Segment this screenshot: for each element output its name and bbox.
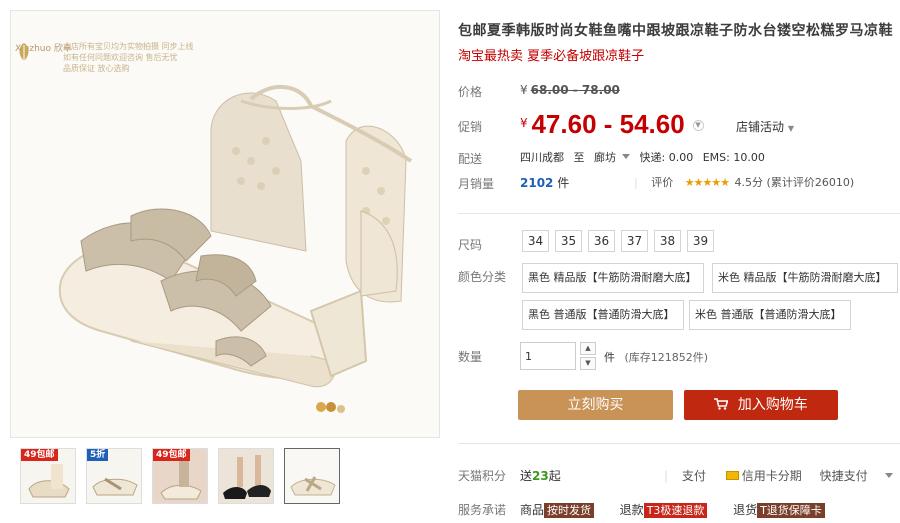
store-promotion-dropdown[interactable]: 店铺活动 ▼	[736, 118, 794, 135]
thumbnail[interactable]	[218, 448, 274, 504]
original-price: ¥68.00 - 78.00	[520, 83, 620, 97]
section-divider	[458, 443, 900, 444]
leaf-logo-icon	[19, 43, 29, 61]
thumbnail-selected[interactable]	[284, 448, 340, 504]
thumbnail-badge: 49包邮	[153, 449, 190, 461]
price-label: 价格	[458, 85, 483, 99]
thumbnail[interactable]: 49包邮	[152, 448, 208, 504]
quantity-label: 数量	[458, 350, 483, 364]
rating-score: 4.5分	[734, 176, 764, 189]
payment-dropdown-icon[interactable]	[885, 473, 894, 478]
product-info-panel: 包邮夏季韩版时尚女鞋鱼嘴中跟坡跟凉鞋子防水台镂空松糕罗马凉鞋 淘宝最热卖 夏季必…	[458, 0, 900, 523]
quick-pay[interactable]: 快捷支付	[820, 469, 868, 483]
thumbnail-badge: 49包邮	[21, 449, 58, 461]
monthly-sales-count: 2102	[520, 176, 554, 190]
quantity-unit: 件	[604, 351, 615, 364]
stock-info: 件 (库存121852件)	[604, 349, 708, 365]
credit-card-icon	[725, 471, 739, 480]
thumbnail[interactable]: 49包邮	[20, 448, 76, 504]
size-option-37[interactable]: 37	[621, 230, 648, 252]
stock-count: (库存121852件)	[624, 351, 709, 364]
service-promises: 商品 按时发货 退款 T3极速退款 退货 T退货保障卡	[520, 501, 827, 518]
service-prefix: 退货	[733, 503, 758, 517]
buy-now-button[interactable]: 立刻购买	[518, 390, 673, 420]
service-tag-return[interactable]: T退货保障卡	[757, 503, 825, 518]
tmall-points: 送23起	[520, 467, 561, 484]
thumbnail-sandal-image	[285, 449, 339, 503]
express-fee: 快递: 0.00	[639, 151, 694, 164]
size-option-39[interactable]: 39	[687, 230, 714, 252]
monthly-sales-unit: 件	[557, 176, 570, 190]
shipping-info: 四川成都 至 廊坊 快递: 0.00 EMS: 10.00	[520, 149, 771, 165]
service-prefix: 商品	[520, 503, 545, 517]
service-label: 服务承诺	[458, 503, 507, 517]
promo-price-value: 47.60 - 54.60	[531, 109, 685, 139]
color-option[interactable]: 黑色 精品版【牛筋防滑耐磨大底】	[522, 263, 704, 293]
points-suffix: 起	[548, 469, 561, 483]
section-divider	[458, 213, 900, 214]
thumbnail-strip: 49包邮 5折 49包邮	[20, 448, 350, 504]
promo-line: 品质保证 放心选购	[63, 64, 130, 73]
service-tag-refund[interactable]: T3极速退款	[643, 503, 708, 518]
size-label: 尺码	[458, 238, 483, 252]
quantity-increase-icon[interactable]: ▲	[580, 342, 596, 355]
points-prefix: 送	[520, 469, 533, 483]
points-value: 23	[532, 469, 549, 483]
currency-symbol: ¥	[520, 83, 528, 97]
promo-price: ¥ 47.60 - 54.60 ▼	[520, 109, 704, 140]
image-promo-text: 本店所有宝贝均为实物拍摄 同步上线 如有任何问题欢迎咨询 售后无忧 品质保证 放…	[63, 41, 194, 74]
rating-summary[interactable]: | 评价 ★★★★★ 4.5分 (累计评价26010)	[634, 174, 854, 190]
credit-card-installment[interactable]: 信用卡分期	[742, 469, 802, 483]
star-rating-icon: ★★★★★	[684, 176, 730, 189]
original-price-value: 68.00 - 78.00	[530, 83, 620, 97]
add-to-cart-button[interactable]: 加入购物车	[684, 390, 838, 420]
ems-fee: EMS: 10.00	[702, 151, 765, 164]
store-promo-label: 店铺活动	[736, 120, 785, 134]
add-to-cart-label: 加入购物车	[737, 397, 808, 413]
quantity-decrease-icon[interactable]: ▼	[580, 357, 596, 370]
thumbnail[interactable]: 5折	[86, 448, 142, 504]
size-option-35[interactable]: 35	[555, 230, 582, 252]
ship-destination[interactable]: 廊坊	[594, 151, 616, 164]
shopping-cart-icon	[714, 398, 729, 410]
main-product-image[interactable]: Xinzhuo 欣卓 本店所有宝贝均为实物拍摄 同步上线 如有任何问题欢迎咨询 …	[10, 10, 440, 438]
thumbnail-sandal-image	[219, 449, 273, 503]
size-option-34[interactable]: 34	[522, 230, 549, 252]
quantity-input[interactable]	[520, 342, 576, 370]
thumbnail-badge: 5折	[87, 449, 109, 461]
price-detail-chevron-icon[interactable]: ▼	[692, 120, 704, 131]
sandal-illustration	[58, 85, 413, 413]
service-prefix: 退款	[619, 503, 644, 517]
size-option-36[interactable]: 36	[588, 230, 615, 252]
review-count: (累计评价26010)	[766, 176, 855, 189]
color-option[interactable]: 米色 普通版【普通防滑大底】	[689, 300, 851, 330]
currency-symbol: ¥	[520, 116, 528, 130]
color-option[interactable]: 黑色 普通版【普通防滑大底】	[522, 300, 684, 330]
color-label: 颜色分类	[458, 270, 507, 284]
selected-arrow-icon	[308, 448, 320, 449]
promo-line: 如有任何问题欢迎咨询 售后无忧	[63, 53, 178, 62]
product-title: 包邮夏季韩版时尚女鞋鱼嘴中跟坡跟凉鞋子防水台镂空松糕罗马凉鞋	[458, 23, 893, 39]
shipping-label: 配送	[458, 152, 483, 166]
payment-label: 支付	[681, 469, 706, 483]
chevron-down-icon: ▼	[787, 124, 794, 133]
ship-to-word: 至	[573, 151, 585, 164]
destination-dropdown-icon[interactable]	[622, 154, 630, 159]
payment-options: | 支付 信用卡分期 快捷支付	[664, 467, 900, 484]
points-label: 天猫积分	[458, 469, 507, 483]
size-option-38[interactable]: 38	[654, 230, 681, 252]
product-subtitle: 淘宝最热卖 夏季必备坡跟凉鞋子	[458, 49, 645, 64]
rating-label: 评价	[651, 176, 674, 189]
promo-label: 促销	[458, 120, 483, 134]
divider: |	[634, 176, 638, 189]
ship-from: 四川成都	[520, 151, 564, 164]
promo-line: 本店所有宝贝均为实物拍摄 同步上线	[63, 42, 194, 51]
color-option[interactable]: 米色 精品版【牛筋防滑耐磨大底】	[712, 263, 898, 293]
monthly-sales: 2102 件	[520, 174, 569, 191]
divider: |	[664, 469, 669, 483]
monthly-sales-label: 月销量	[458, 177, 495, 191]
service-tag-ontime[interactable]: 按时发货	[544, 503, 595, 518]
